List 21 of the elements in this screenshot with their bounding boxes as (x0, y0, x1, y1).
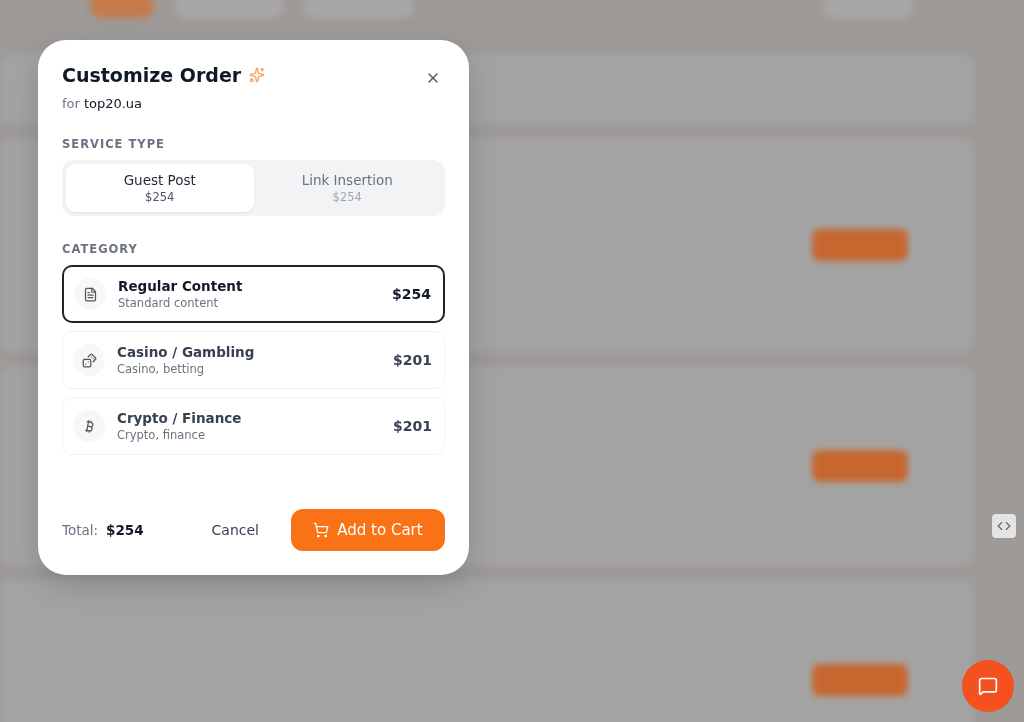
cart-icon (313, 522, 330, 538)
document-icon (82, 286, 98, 302)
chat-button[interactable] (962, 660, 1014, 712)
total-label: Total: (62, 522, 99, 538)
cancel-button[interactable]: Cancel (205, 521, 265, 539)
subtitle-prefix: for (62, 96, 80, 111)
total-value: $254 (106, 522, 144, 538)
domain-name: top20.ua (83, 96, 143, 111)
code-button[interactable] (992, 514, 1016, 538)
section-label: CATEGORY (62, 242, 139, 256)
category-option[interactable]: Crypto / Finance Crypto, finance $201 (62, 397, 445, 455)
category-option[interactable]: Casino / Gambling Casino, betting $201 (62, 331, 445, 389)
service-type-tab[interactable]: Link Insertion $254 (253, 164, 441, 212)
dialog-title: Customize Order (62, 64, 242, 86)
service-type-tab[interactable]: Guest Post $254 (66, 164, 254, 212)
code-icon (997, 519, 1011, 533)
sparkles-icon (249, 67, 266, 83)
chat-icon (978, 676, 998, 696)
category-option[interactable]: Regular Content Standard content $254 (62, 265, 445, 323)
section-label: SERVICE TYPE (62, 137, 166, 151)
dice-icon (81, 352, 97, 368)
